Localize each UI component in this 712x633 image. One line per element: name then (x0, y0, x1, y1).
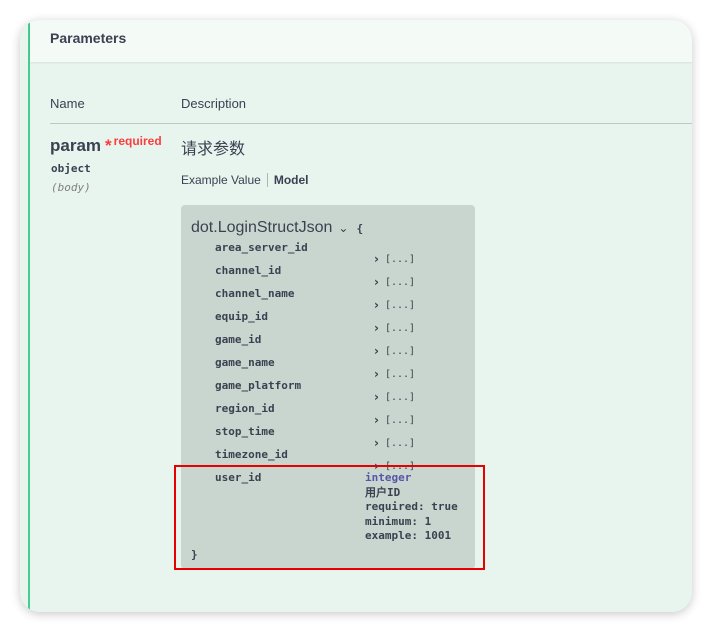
highlight-box (174, 465, 485, 570)
accent-bar (28, 20, 30, 612)
collapsed-value: [...] (384, 391, 416, 403)
chevron-right-icon: › (374, 344, 379, 358)
open-brace: { (356, 221, 364, 235)
property-name-game-platform: game_platform (215, 379, 302, 392)
collapsed-value: [...] (384, 345, 416, 357)
property-name-channel-name: channel_name (215, 287, 295, 300)
collapsed-value: [...] (384, 322, 416, 334)
parameters-card: Parameters Name Description param * requir… (20, 20, 692, 612)
tab-example-value[interactable]: Example Value (181, 173, 261, 187)
property-toggle-game-id[interactable]: › [...] (374, 344, 415, 358)
property-toggle-stop-time[interactable]: › [...] (374, 436, 415, 450)
property-toggle-equip-id[interactable]: › [...] (374, 321, 415, 335)
collapsed-value: [...] (384, 253, 416, 265)
property-toggle-channel-name[interactable]: › [...] (374, 298, 415, 312)
property-name-equip-id: equip_id (215, 310, 268, 323)
property-name-game-id: game_id (215, 333, 262, 346)
collapsed-value: [...] (384, 414, 416, 426)
section-title: Parameters (50, 30, 127, 46)
property-toggle-game-name[interactable]: › [...] (374, 367, 415, 381)
property-toggle-area-server-id[interactable]: › [...] (374, 252, 415, 266)
chevron-right-icon: › (374, 321, 379, 335)
chevron-right-icon: › (374, 367, 379, 381)
parameters-header: Parameters (30, 20, 692, 62)
chevron-right-icon: › (374, 413, 379, 427)
collapsed-value: [...] (384, 276, 416, 288)
property-name-region-id: region_id (215, 402, 275, 415)
column-header-name: Name (50, 96, 85, 111)
collapsed-value: [...] (384, 437, 416, 449)
param-name: param * required (50, 134, 162, 156)
param-type: object (51, 162, 91, 175)
chevron-down-icon: ⌄ (338, 221, 349, 235)
property-name-timezone-id: timezone_id (215, 448, 288, 461)
header-divider (50, 123, 692, 124)
param-description: 请求参数 (181, 141, 246, 158)
collapsed-value: [...] (384, 299, 416, 311)
param-name-text: param (50, 136, 102, 155)
property-toggle-game-platform[interactable]: › [...] (374, 390, 415, 404)
property-toggle-region-id[interactable]: › [...] (374, 413, 415, 427)
property-name-channel-id: channel_id (215, 264, 282, 277)
property-name-stop-time: stop_time (215, 425, 275, 438)
chevron-right-icon: › (374, 275, 379, 289)
tab-divider (266, 173, 268, 187)
example-model-tabs: Example Value Model (181, 173, 309, 187)
required-label: required (113, 134, 162, 148)
property-name-game-name: game_name (215, 356, 275, 369)
model-title-toggle[interactable]: dot.LoginStructJson ⌄ { (191, 219, 363, 237)
column-header-description: Description (181, 96, 247, 111)
chevron-right-icon: › (374, 252, 379, 266)
property-toggle-channel-id[interactable]: › [...] (374, 275, 415, 289)
tab-model[interactable]: Model (274, 173, 309, 187)
param-location: (body) (51, 181, 91, 194)
model-title: dot.LoginStructJson (191, 219, 333, 236)
chevron-right-icon: › (374, 390, 379, 404)
chevron-right-icon: › (374, 298, 379, 312)
collapsed-value: [...] (384, 368, 416, 380)
required-star: * (105, 136, 112, 155)
property-name-area-server-id: area_server_id (215, 241, 308, 254)
chevron-right-icon: › (374, 436, 379, 450)
